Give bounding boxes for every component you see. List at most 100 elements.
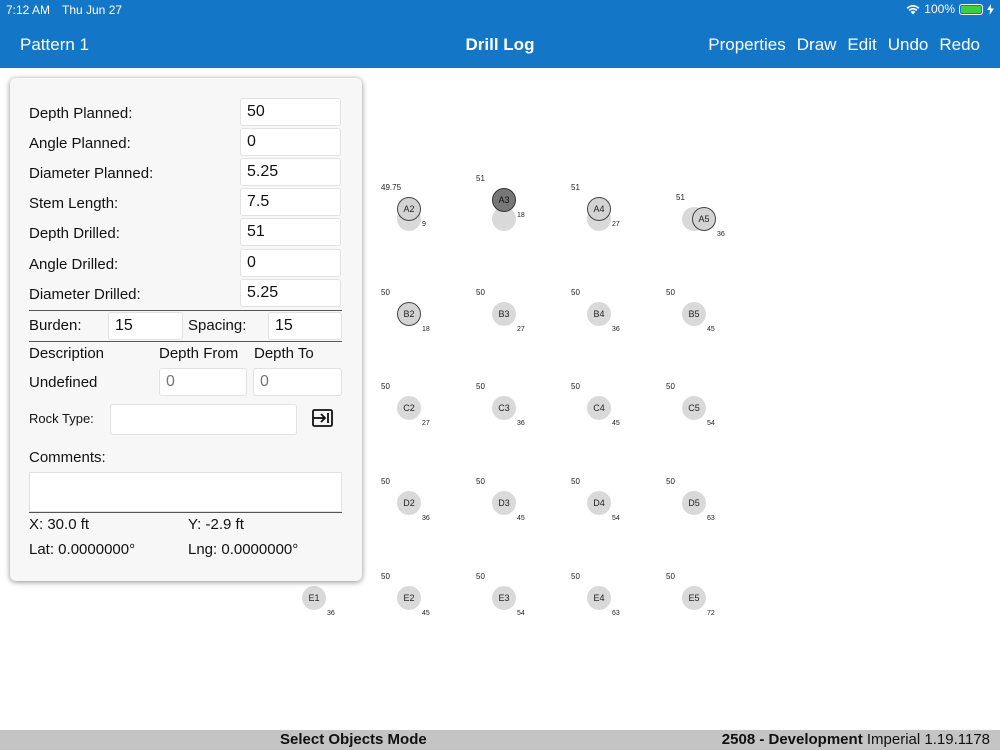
drill-hole-e5[interactable]: E5 xyxy=(682,586,706,610)
drill-hole-b5[interactable]: B5 xyxy=(682,302,706,326)
stem-length-input[interactable] xyxy=(240,188,341,216)
undo-button[interactable]: Undo xyxy=(888,35,929,55)
project-name: 2508 - Development xyxy=(721,731,863,748)
angle-drilled-row: Angle Drilled: xyxy=(10,249,362,279)
angle-drilled-input[interactable] xyxy=(240,249,341,277)
drill-hole-d2[interactable]: D2 xyxy=(397,491,421,515)
drill-hole-e3[interactable]: E3 xyxy=(492,586,516,610)
hole-sequence-label: 45 xyxy=(422,610,430,617)
description-select[interactable]: Undefined xyxy=(29,374,97,391)
status-time: 7:12 AM xyxy=(6,3,51,17)
depth-drilled-input[interactable] xyxy=(240,218,341,246)
hole-properties-panel: Depth Planned: Angle Planned: Diameter P… xyxy=(10,78,362,581)
depth-planned-row: Depth Planned: xyxy=(10,98,362,128)
drill-hole-c3[interactable]: C3 xyxy=(492,396,516,420)
hole-sequence-label: 72 xyxy=(707,610,715,617)
hole-sequence-label: 54 xyxy=(517,610,525,617)
battery-icon xyxy=(959,3,983,15)
status-right: 100% xyxy=(906,2,994,16)
stem-length-label: Stem Length: xyxy=(29,195,119,212)
diameter-planned-row: Diameter Planned: xyxy=(10,158,362,188)
angle-planned-label: Angle Planned: xyxy=(29,135,131,152)
nav-bar: Pattern 1 Drill Log Properties Draw Edit… xyxy=(0,20,1000,68)
status-bar: 7:12 AM Thu Jun 27 100% xyxy=(0,0,1000,20)
hole-depth-label: 50 xyxy=(381,477,390,486)
rock-type-input[interactable] xyxy=(110,404,297,435)
drill-hole-d4[interactable]: D4 xyxy=(587,491,611,515)
hole-sequence-label: 63 xyxy=(707,515,715,522)
units-version: Imperial 1.19.1178 xyxy=(866,731,990,748)
drill-hole-a3[interactable]: A3 xyxy=(492,188,516,212)
hole-sequence-label: 45 xyxy=(612,420,620,427)
drill-hole-b2[interactable]: B2 xyxy=(397,302,421,326)
hole-depth-label: 51 xyxy=(476,174,485,183)
diameter-drilled-input[interactable] xyxy=(240,279,341,307)
hole-sequence-label: 54 xyxy=(612,515,620,522)
bottom-status-bar: Select Objects Mode 2508 - Development I… xyxy=(0,730,1000,750)
hole-sequence-label: 45 xyxy=(517,515,525,522)
hole-sequence-label: 36 xyxy=(327,610,335,617)
hole-depth-label: 50 xyxy=(381,288,390,297)
nav-actions: Properties Draw Edit Undo Redo xyxy=(708,35,980,55)
hole-sequence-label: 18 xyxy=(422,326,430,333)
drill-hole-a2[interactable]: A2 xyxy=(397,197,421,221)
depth-from-input[interactable] xyxy=(159,368,247,396)
y-readout: Y: -2.9 ft xyxy=(188,516,244,533)
status-date: Thu Jun 27 xyxy=(62,3,123,17)
back-button-pattern[interactable]: Pattern 1 xyxy=(20,35,89,55)
comments-label: Comments: xyxy=(29,449,106,466)
diameter-drilled-row: Diameter Drilled: xyxy=(10,279,362,309)
depth-planned-input[interactable] xyxy=(240,98,341,126)
drill-hole-a4[interactable]: A4 xyxy=(587,197,611,221)
hole-depth-label: 50 xyxy=(476,382,485,391)
divider xyxy=(29,341,342,342)
drill-hole-c2[interactable]: C2 xyxy=(397,396,421,420)
depth-from-header: Depth From xyxy=(159,345,239,362)
drill-hole-d3[interactable]: D3 xyxy=(492,491,516,515)
hole-sequence-label: 27 xyxy=(422,420,430,427)
hole-depth-label: 51 xyxy=(571,183,580,192)
wifi-icon xyxy=(906,4,920,14)
properties-button[interactable]: Properties xyxy=(708,35,785,55)
mode-label: Select Objects Mode xyxy=(280,731,427,748)
hole-sequence-label: 27 xyxy=(612,221,620,228)
divider xyxy=(29,512,342,513)
drill-hole-e2[interactable]: E2 xyxy=(397,586,421,610)
drill-hole-a5[interactable]: A5 xyxy=(692,207,716,231)
depth-drilled-row: Depth Drilled: xyxy=(10,218,362,248)
angle-planned-row: Angle Planned: xyxy=(10,128,362,158)
drill-hole-e4[interactable]: E4 xyxy=(587,586,611,610)
hole-depth-label: 50 xyxy=(476,477,485,486)
hole-depth-label: 49.75 xyxy=(381,183,402,192)
diameter-planned-label: Diameter Planned: xyxy=(29,165,154,182)
depth-drilled-label: Depth Drilled: xyxy=(29,225,120,242)
depth-to-input[interactable] xyxy=(253,368,342,396)
hole-depth-label: 50 xyxy=(666,477,675,486)
hole-sequence-label: 27 xyxy=(517,326,525,333)
redo-button[interactable]: Redo xyxy=(939,35,980,55)
drill-hole-d5[interactable]: D5 xyxy=(682,491,706,515)
comments-textarea[interactable] xyxy=(29,472,342,512)
drill-hole-e1[interactable]: E1 xyxy=(302,586,326,610)
stem-length-row: Stem Length: xyxy=(10,188,362,218)
hole-sequence-label: 36 xyxy=(612,326,620,333)
import-icon[interactable] xyxy=(310,408,335,428)
diameter-planned-input[interactable] xyxy=(240,158,341,186)
draw-button[interactable]: Draw xyxy=(797,35,837,55)
angle-planned-input[interactable] xyxy=(240,128,341,156)
hole-depth-label: 50 xyxy=(571,382,580,391)
hole-depth-label: 50 xyxy=(476,288,485,297)
edit-button[interactable]: Edit xyxy=(847,35,876,55)
drill-hole-c4[interactable]: C4 xyxy=(587,396,611,420)
hole-sequence-label: 36 xyxy=(717,231,725,238)
hole-depth-label: 50 xyxy=(381,572,390,581)
hole-depth-label: 50 xyxy=(571,477,580,486)
drill-hole-c5[interactable]: C5 xyxy=(682,396,706,420)
description-header: Description xyxy=(29,345,105,362)
burden-input[interactable] xyxy=(108,312,183,340)
hole-depth-label: 50 xyxy=(571,288,580,297)
hole-sequence-label: 54 xyxy=(707,420,715,427)
drill-hole-b3[interactable]: B3 xyxy=(492,302,516,326)
drill-hole-b4[interactable]: B4 xyxy=(587,302,611,326)
spacing-input[interactable] xyxy=(268,312,342,340)
